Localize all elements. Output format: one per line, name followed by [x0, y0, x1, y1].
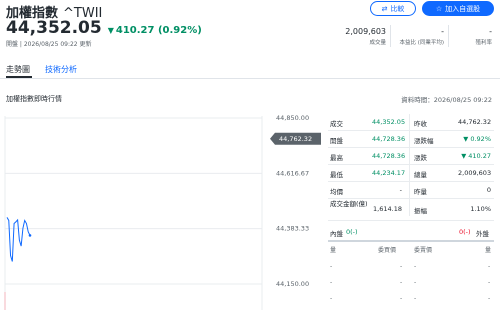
quote-label: 均價 [330, 188, 343, 196]
price-row: 44,352.05 ▼ 410.27 (0.92%) [6, 18, 202, 38]
tab-trend-chart[interactable]: 走勢圖 [6, 64, 30, 75]
compare-icon: ⇄ [381, 4, 388, 13]
quote-value: ▼ 0.92% [463, 135, 491, 143]
outer-volume-value: 0(-) [459, 228, 471, 236]
ask-price-cell: - [414, 279, 417, 286]
quote-value: 1.10% [470, 205, 491, 213]
add-watchlist-label: 加入自選股 [445, 4, 481, 13]
bid-ask-ratio-bar [328, 240, 494, 242]
quote-label: 漲跌幅 [414, 137, 434, 145]
table-row: 開盤 44,728.36 漲跌幅 ▼ 0.92% [328, 131, 494, 148]
quote-value: 44,352.05 [372, 118, 406, 126]
current-price-tag-text: 44,762.32 [279, 135, 312, 143]
bid-qty-cell: - [330, 263, 333, 270]
table-row: 最高 44,728.36 漲跌 ▼ 410.27 [328, 148, 494, 165]
ask-qty-header: 量 [485, 247, 492, 254]
active-tab-indicator [6, 76, 32, 78]
intraday-chart: 44,850.00 44,616.67 44,383.33 44,150.00 44,… [4, 114, 321, 310]
quote-label: 開盤 [330, 137, 343, 145]
outer-volume-label: 外盤 [476, 230, 489, 238]
compare-button[interactable]: ⇄ 比較 [370, 1, 416, 16]
ask-qty-cell: - [488, 279, 491, 286]
bid-price-cell: - [400, 295, 403, 302]
ask-price-header: 委賣價 [414, 247, 433, 254]
stat-divider [390, 25, 391, 47]
quote-label: 總量 [414, 171, 427, 179]
table-row: 成交 44,352.05 昨收 44,762.32 [328, 114, 494, 131]
compare-label: 比較 [390, 4, 405, 13]
ask-qty-cell: - [488, 295, 491, 302]
ask-price-cell: - [414, 295, 417, 302]
chart-grid [5, 117, 262, 285]
bid-ask-table: 量 委買價 委賣價 量 - - - - - - - - - - - - [328, 243, 494, 311]
price-change-text: 410.27 (0.92%) [115, 25, 202, 36]
tab-technical-analysis[interactable]: 技術分析 [45, 64, 77, 75]
quote-label: 最低 [330, 171, 343, 179]
y-tick-label: 44,383.33 [276, 225, 309, 233]
ask-price-cell: - [414, 263, 417, 270]
bid-price-cell: - [400, 279, 403, 286]
current-price-tag: 44,762.32 [270, 132, 321, 145]
ask-qty-cell: - [488, 263, 491, 270]
y-tick-label: 44,150.00 [276, 280, 309, 288]
y-tick-label: 44,616.67 [276, 169, 309, 177]
quote-value: 44,728.36 [372, 152, 406, 160]
bid-qty-cell: - [330, 295, 333, 302]
table-row: 均價 - 昨量 0 [328, 182, 494, 199]
quote-label: 最高 [330, 154, 343, 162]
stat-divider [448, 25, 449, 47]
quote-label: 漲跌 [414, 154, 427, 162]
stat-yield: - 殖利率 [475, 27, 492, 46]
quote-value: ▼ 410.27 [461, 152, 491, 160]
quote-label: 振幅 [414, 207, 427, 215]
section-title: 加權指數即時行情 [6, 95, 62, 103]
quote-value: 1,614.18 [373, 205, 402, 213]
quote-value: 0 [486, 186, 491, 194]
quote-value: 44,234.17 [372, 169, 406, 177]
add-watchlist-button[interactable]: ☆ 加入自選股 [422, 1, 494, 16]
bid-qty-header: 量 [330, 247, 337, 254]
bid-price-header: 委買價 [378, 247, 397, 254]
down-arrow-icon: ▼ [107, 26, 114, 35]
stat-volume: 2,009,603 成交量 [345, 27, 386, 46]
last-price-point [28, 234, 32, 237]
table-row: 最低 44,234.17 總量 2,009,603 [328, 165, 494, 182]
bid-qty-cell: - [330, 279, 333, 286]
stat-yield-label: 殖利率 [475, 40, 492, 46]
quote-value: 44,762.32 [458, 118, 492, 126]
quote-value: 44,728.36 [372, 135, 406, 143]
price-series-line [6, 217, 31, 262]
bid-price-cell: - [400, 263, 403, 270]
quote-value: - [399, 186, 402, 194]
inner-volume-value: 0(-) [346, 228, 358, 236]
stat-yield-value: - [489, 27, 492, 36]
stat-volume-label: 成交量 [369, 40, 386, 46]
data-time: 資料時間：2026/08/25 09:22 [401, 96, 492, 104]
quote-label: 昨收 [414, 120, 427, 128]
stat-volume-value: 2,009,603 [345, 27, 386, 36]
update-timestamp: 開盤 | 2026/08/25 09:22 更新 [6, 41, 92, 48]
tab-bar: 走勢圖 技術分析 [0, 61, 500, 79]
quote-label: 昨量 [414, 188, 427, 196]
table-row: 成交金額(億) 1,614.18 振幅 1.10% [328, 199, 494, 221]
inner-volume-label: 內盤 [330, 230, 343, 238]
bid-ask-header: 內盤 0(-) 0(-) 外盤 [328, 228, 494, 240]
star-icon: ☆ [435, 4, 443, 13]
stat-pe-value: - [441, 27, 444, 36]
price-change: ▼ 410.27 (0.92%) [108, 25, 202, 36]
current-price: 44,352.05 [6, 18, 102, 38]
stat-pe-label: 本益比 (同業平均) [399, 40, 444, 46]
stat-pe: - 本益比 (同業平均) [399, 27, 444, 46]
quote-label: 成交 [330, 120, 343, 128]
y-tick-label: 44,850.00 [276, 114, 309, 122]
quote-label: 成交金額(億) [330, 200, 368, 208]
quote-value: 2,009,603 [458, 169, 492, 177]
